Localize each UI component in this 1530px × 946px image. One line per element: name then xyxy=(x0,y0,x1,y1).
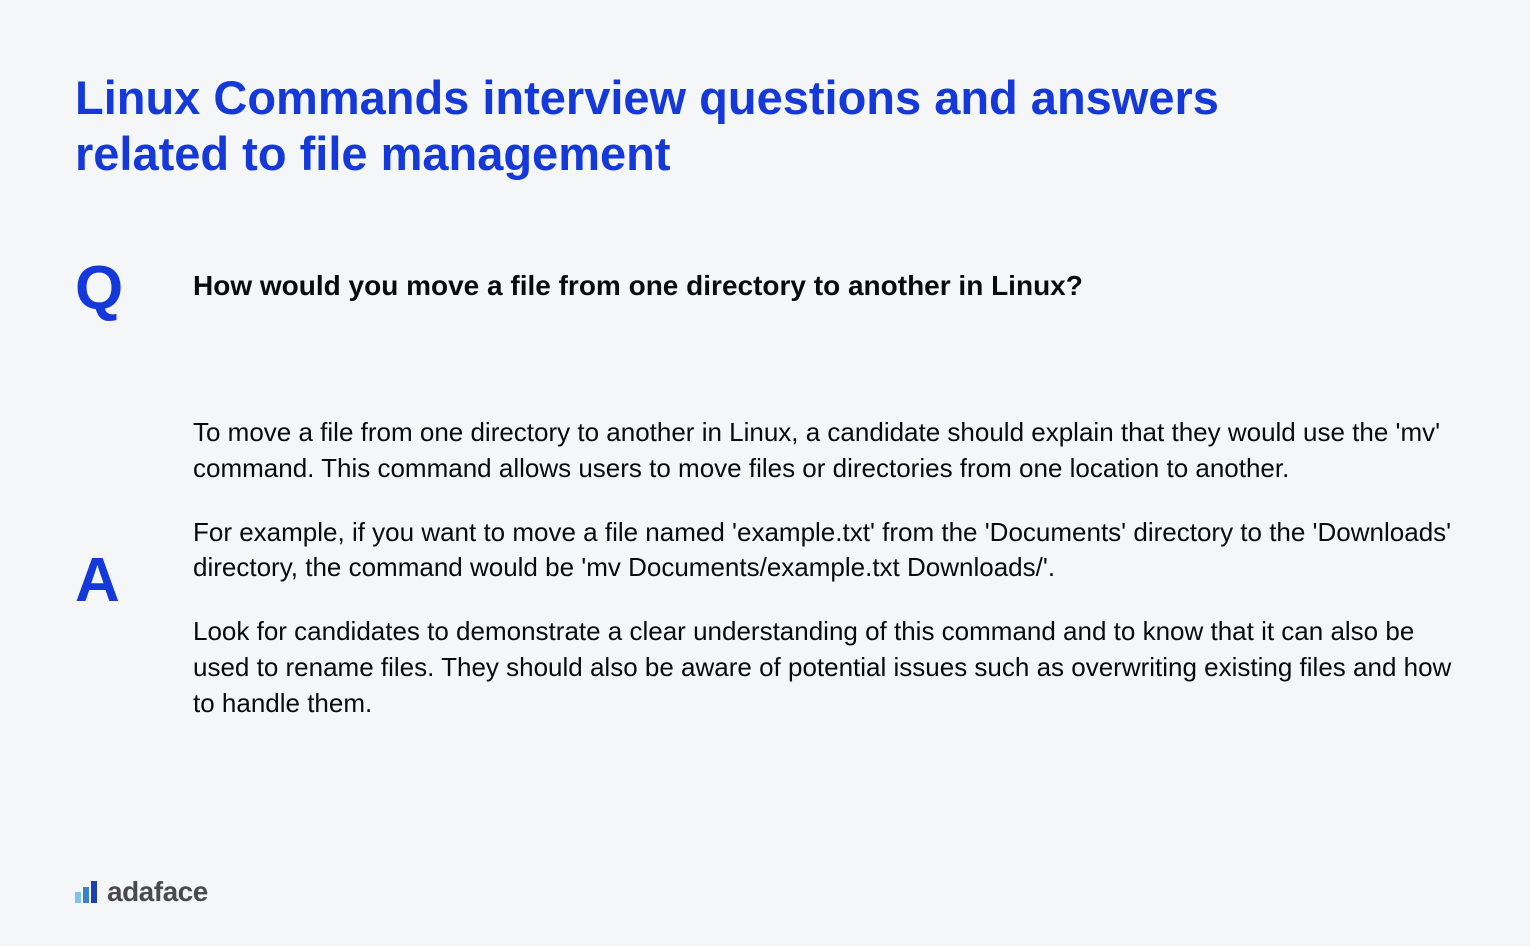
answer-p1: To move a file from one directory to ano… xyxy=(193,415,1455,487)
question-row: Q How would you move a file from one dir… xyxy=(75,258,1455,320)
answer-row: A To move a file from one directory to a… xyxy=(75,415,1455,722)
brand-name: adaface xyxy=(107,876,208,908)
logo-icon xyxy=(75,881,97,903)
page-title: Linux Commands interview questions and a… xyxy=(75,70,1275,183)
a-label: A xyxy=(75,550,120,612)
question-text: How would you move a file from one direc… xyxy=(193,258,1083,305)
answer-text: To move a file from one directory to ano… xyxy=(193,415,1455,722)
footer-brand: adaface xyxy=(75,876,208,908)
answer-p2: For example, if you want to move a file … xyxy=(193,515,1455,587)
answer-p3: Look for candidates to demonstrate a cle… xyxy=(193,614,1455,722)
q-label: Q xyxy=(75,258,135,320)
